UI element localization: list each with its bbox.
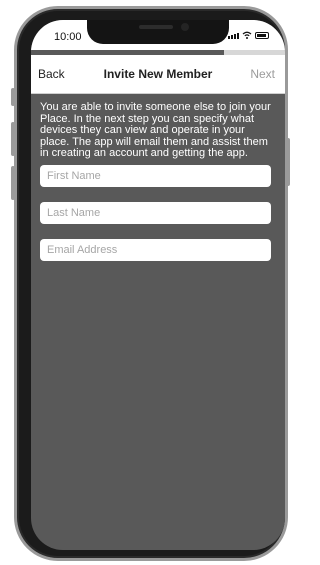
phone-volume-up-button	[11, 122, 15, 156]
phone-notch	[87, 20, 229, 44]
status-time: 10:00	[54, 31, 82, 43]
navigation-bar: Back Invite New Member Next	[31, 55, 285, 94]
signal-icon	[228, 33, 239, 39]
next-button[interactable]: Next	[250, 67, 275, 81]
invite-description: You are able to invite someone else to j…	[40, 101, 271, 160]
status-icons	[228, 31, 269, 39]
first-name-field[interactable]	[40, 164, 271, 187]
invite-form: You are able to invite someone else to j…	[40, 101, 271, 261]
phone-silent-switch	[11, 88, 15, 106]
speaker-grille	[139, 25, 173, 29]
front-camera	[181, 23, 189, 31]
wifi-icon	[242, 31, 252, 39]
email-field[interactable]	[40, 238, 271, 261]
phone-volume-down-button	[11, 166, 15, 200]
app-screen: 10:00 Back Invite New Member Next You ar…	[31, 20, 285, 550]
status-bar: 10:00	[31, 20, 285, 50]
phone-power-button	[286, 138, 290, 186]
last-name-field[interactable]	[40, 201, 271, 224]
battery-icon	[255, 32, 269, 39]
page-title: Invite New Member	[103, 67, 213, 81]
